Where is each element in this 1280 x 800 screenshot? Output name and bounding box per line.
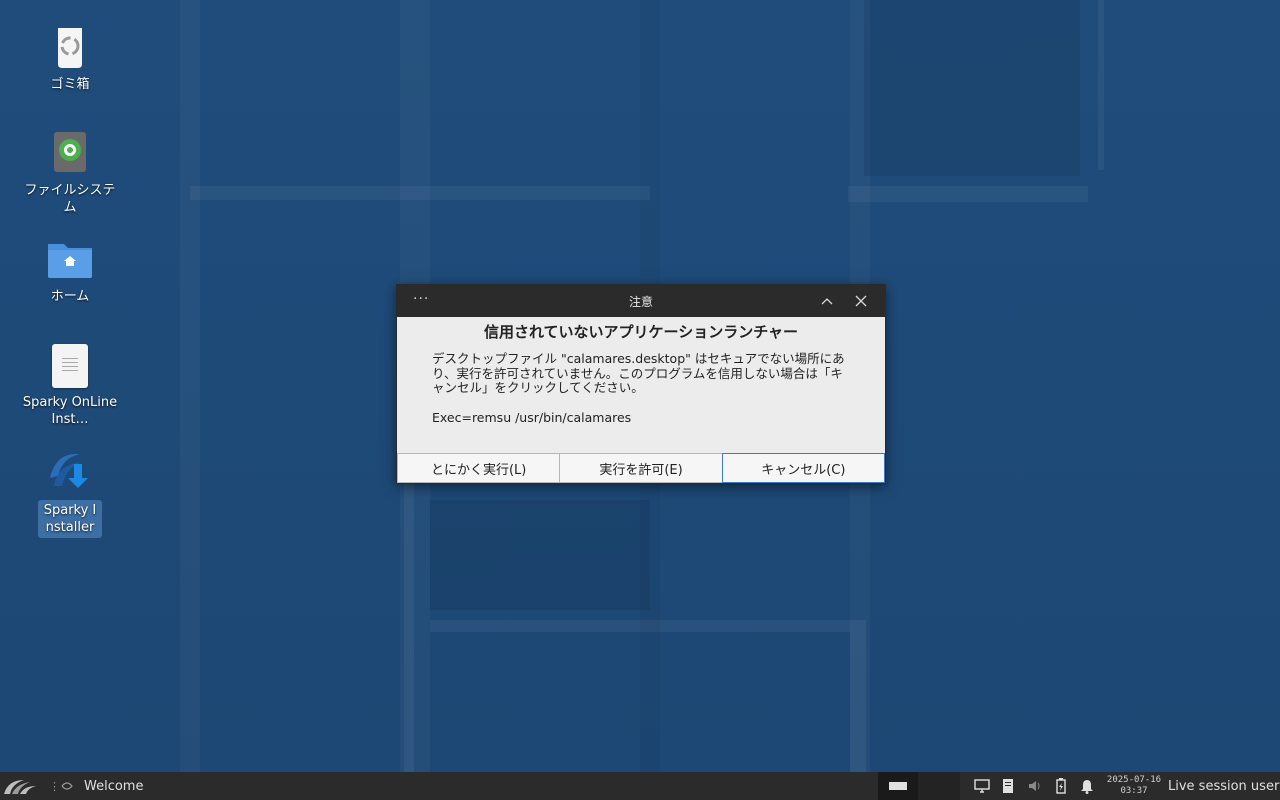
installer-icon (46, 448, 94, 496)
wallpaper-shape (430, 620, 850, 632)
desktop-icon-label: ファイルシステム (24, 183, 116, 215)
maximize-icon[interactable] (819, 293, 835, 309)
trash-icon (46, 24, 94, 72)
taskbar-task-welcome[interactable]: Welcome (84, 772, 143, 800)
user-name: Live session user (1168, 778, 1280, 794)
desktop-icon-sparky-installer[interactable]: Sparky Installer (22, 448, 118, 538)
desktop-icon-label: ゴミ箱 (50, 77, 90, 92)
app-menu-button[interactable] (2, 772, 46, 800)
user-menu[interactable]: Live session user (1168, 772, 1279, 800)
volume-icon[interactable] (1027, 778, 1043, 794)
notification-bell-icon[interactable] (1079, 778, 1095, 794)
taskbar: ⋮ Welcome 2025-07-16 03:37 Live session … (0, 772, 1280, 800)
sparky-logo-icon (4, 780, 36, 794)
desktop-icon-sparky-online-installer[interactable]: Sparky OnLine Inst… (22, 342, 118, 428)
clock-date: 2025-07-16 (1106, 775, 1162, 785)
filesystem-icon (46, 130, 94, 178)
desktop-icon-label: Sparky OnLine Inst… (22, 395, 118, 427)
display-icon[interactable] (974, 778, 990, 794)
clipboard-icon[interactable] (1000, 778, 1016, 794)
exec-command: Exec=remsu /usr/bin/calamares (432, 409, 632, 425)
clock[interactable]: 2025-07-16 03:37 (1104, 775, 1164, 797)
document-icon (46, 342, 94, 390)
dialog-title: 注意 (628, 295, 653, 309)
desktop-icon-filesystem[interactable]: ファイルシステム (22, 130, 118, 216)
allow-execution-button[interactable]: 実行を許可(E) (559, 453, 723, 483)
cancel-button[interactable]: キャンセル(C) (721, 453, 885, 483)
battery-icon[interactable] (1053, 778, 1069, 794)
home-folder-icon (46, 236, 94, 284)
workspace-2[interactable] (918, 772, 960, 800)
wallpaper-shape (850, 620, 866, 772)
dialog-titlebar[interactable]: ··· 注意 (397, 285, 885, 317)
task-label: Welcome (84, 778, 144, 794)
close-icon[interactable] (853, 293, 869, 309)
run-anyway-button[interactable]: とにかく実行(L) (397, 453, 561, 483)
dialog-message: デスクトップファイル "calamares.desktop" はセキュアでない場… (432, 351, 845, 395)
dialog-button-row: とにかく実行(L) 実行を許可(E) キャンセル(C) (397, 453, 885, 483)
untrusted-launcher-dialog: ··· 注意 信用されていないアプリケーションランチャー デスクトップファイル … (396, 284, 886, 484)
workspace-window-icon (889, 782, 907, 790)
show-desktop-icon[interactable] (60, 772, 74, 800)
wallpaper-shape (848, 186, 1088, 202)
workspace-1[interactable] (878, 772, 918, 800)
desktop-icon-home[interactable]: ホーム (22, 236, 118, 305)
wallpaper-shape (404, 484, 414, 772)
wallpaper-shape (190, 186, 650, 200)
wallpaper-shape (1098, 0, 1104, 170)
wallpaper-shape (430, 500, 650, 610)
desktop-icon-trash[interactable]: ゴミ箱 (22, 24, 118, 93)
desktop-icon-label: ホーム (50, 289, 90, 304)
wallpaper-shape (864, 0, 1080, 176)
clock-time: 03:37 (1120, 786, 1148, 796)
desktop-icon-label: Sparky Installer (43, 503, 97, 535)
dialog-heading: 信用されていないアプリケーションランチャー (483, 323, 799, 341)
separator-handle-icon: ⋮ (49, 779, 60, 793)
